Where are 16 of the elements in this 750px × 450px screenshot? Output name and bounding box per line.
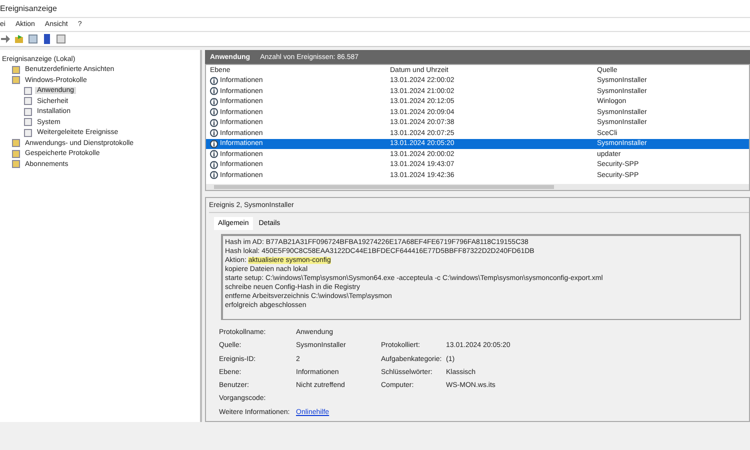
window-icon[interactable] [28,34,38,44]
info-icon [210,171,218,180]
window-title: Ereignisanzeige [0,4,57,13]
info-icon [210,160,218,169]
folder-icon[interactable] [14,34,24,44]
horizontal-scrollbar[interactable] [206,184,749,190]
info-icon [210,129,218,138]
forward-arrow-icon[interactable] [0,34,10,44]
info-icon [210,98,218,106]
window-icon[interactable] [56,34,66,44]
info-icon [210,140,218,148]
info-icon [210,76,218,85]
info-icon [210,150,218,158]
info-icon [210,118,218,127]
info-icon [210,87,218,96]
info-icon [210,108,218,116]
